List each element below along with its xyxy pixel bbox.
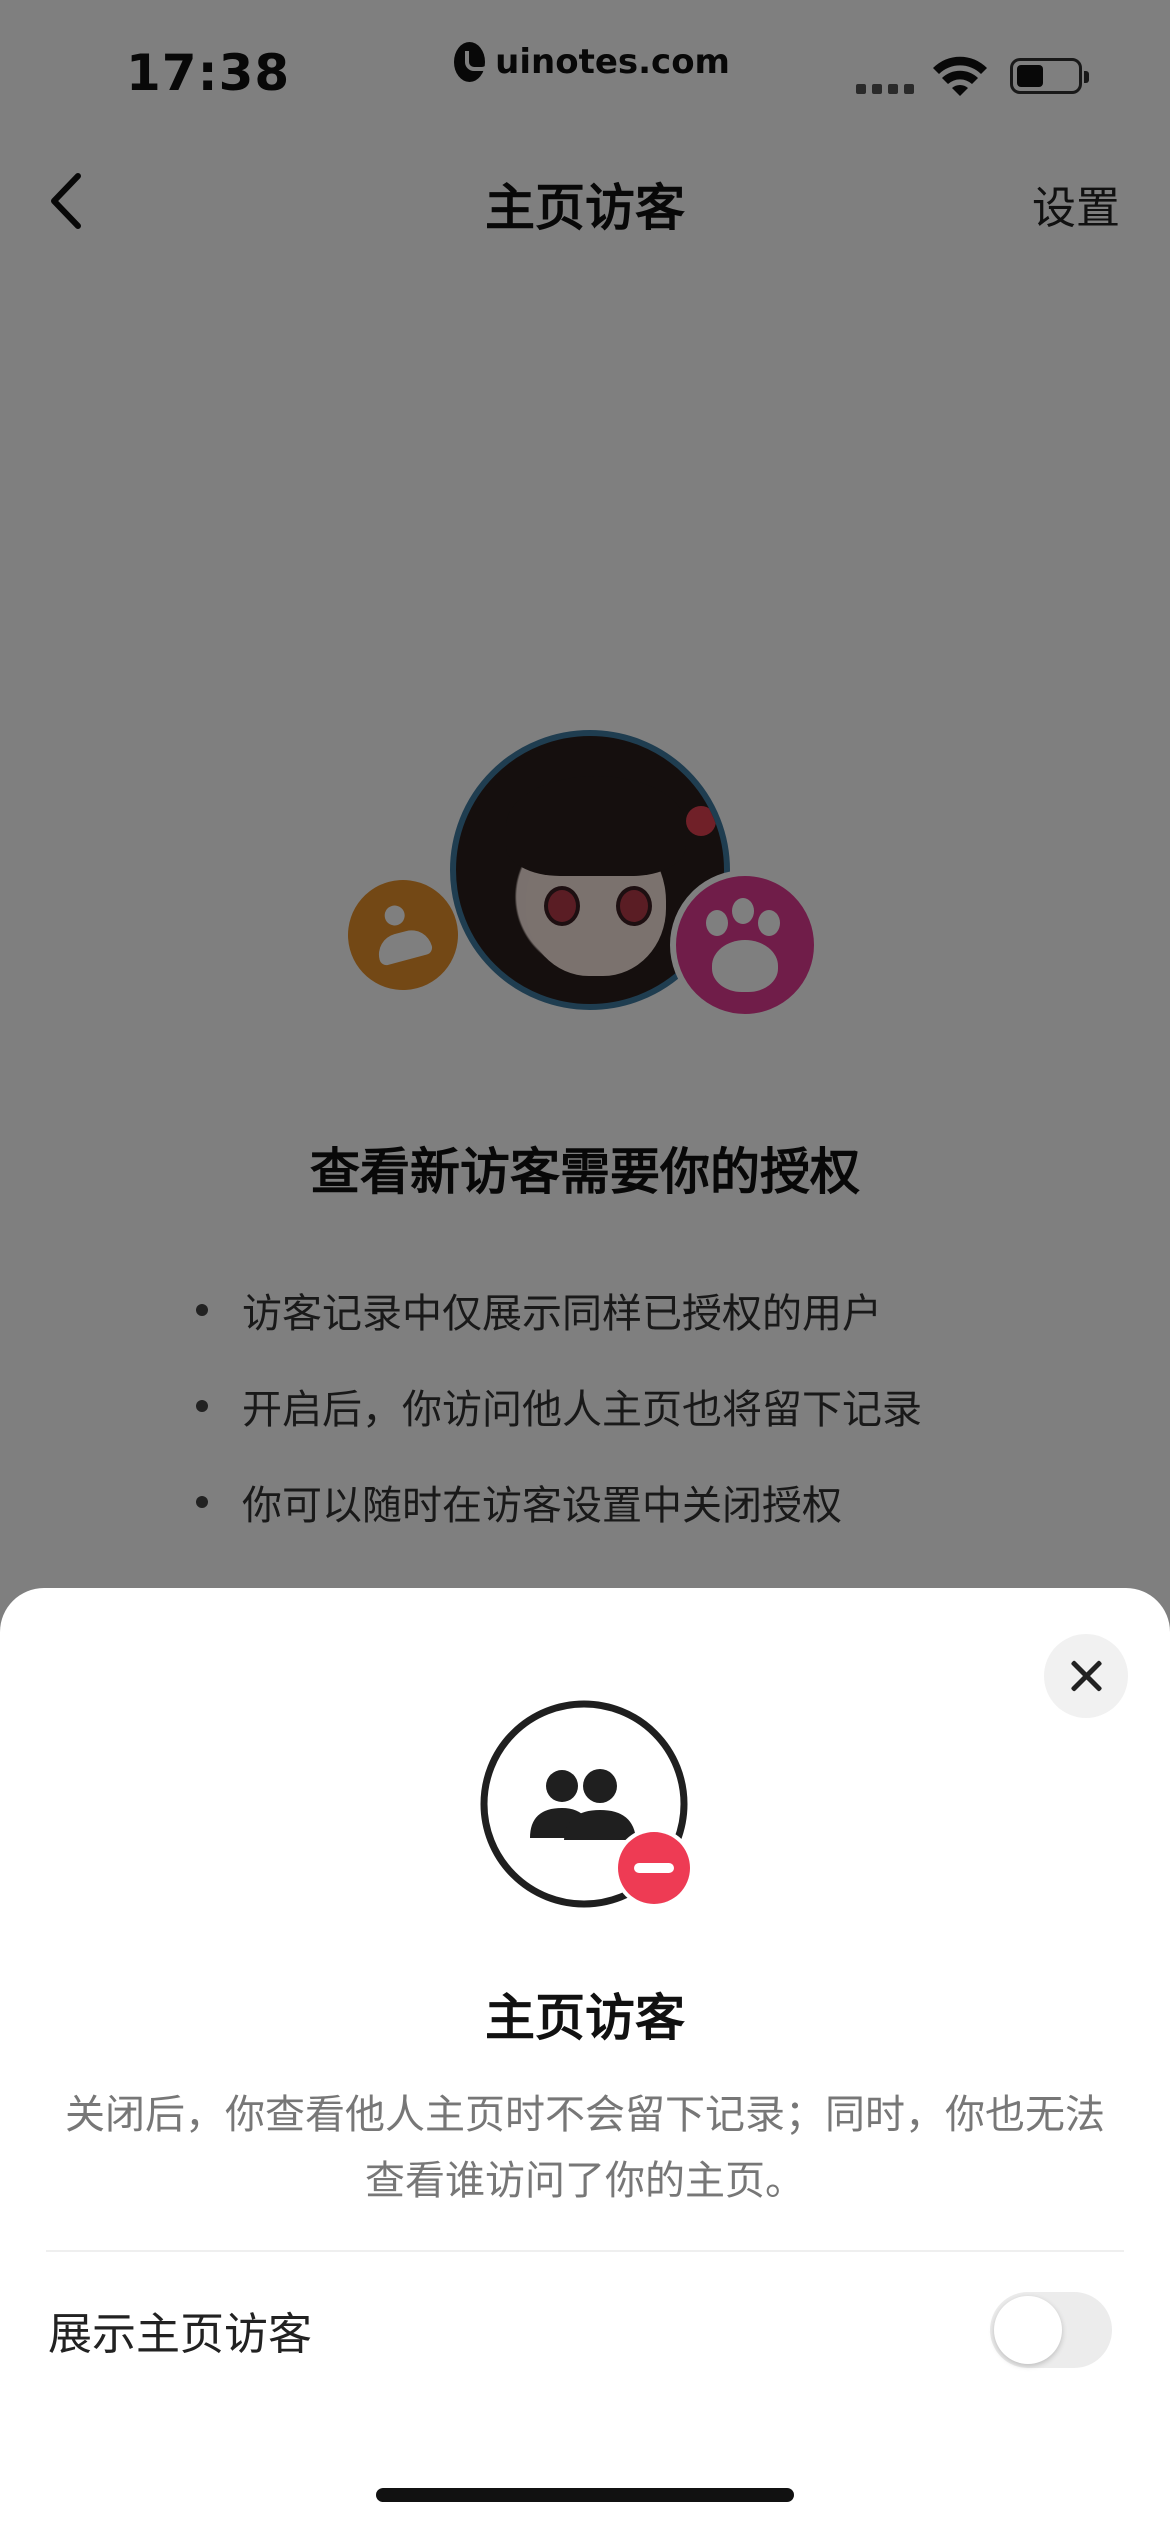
- close-button[interactable]: [1044, 1634, 1128, 1718]
- divider: [46, 2250, 1124, 2252]
- visitor-settings-sheet: 主页访客 关闭后，你查看他人主页时不会留下记录；同时，你也无法查看谁访问了你的主…: [0, 1588, 1170, 2532]
- homepage-visitors-screen: 17:38 uinotes.com 主页访客 设置: [0, 0, 1170, 2532]
- sheet-description: 关闭后，你查看他人主页时不会留下记录；同时，你也无法查看谁访问了你的主页。: [65, 2092, 1105, 2204]
- show-visitors-label: 展示主页访客: [48, 2309, 312, 2360]
- toggle-knob: [994, 2296, 1062, 2364]
- sheet-title: 主页访客: [485, 1989, 685, 2047]
- home-indicator[interactable]: [376, 2488, 794, 2502]
- visitors-disabled-icon: [480, 1700, 694, 1908]
- show-visitors-toggle[interactable]: [990, 2292, 1112, 2368]
